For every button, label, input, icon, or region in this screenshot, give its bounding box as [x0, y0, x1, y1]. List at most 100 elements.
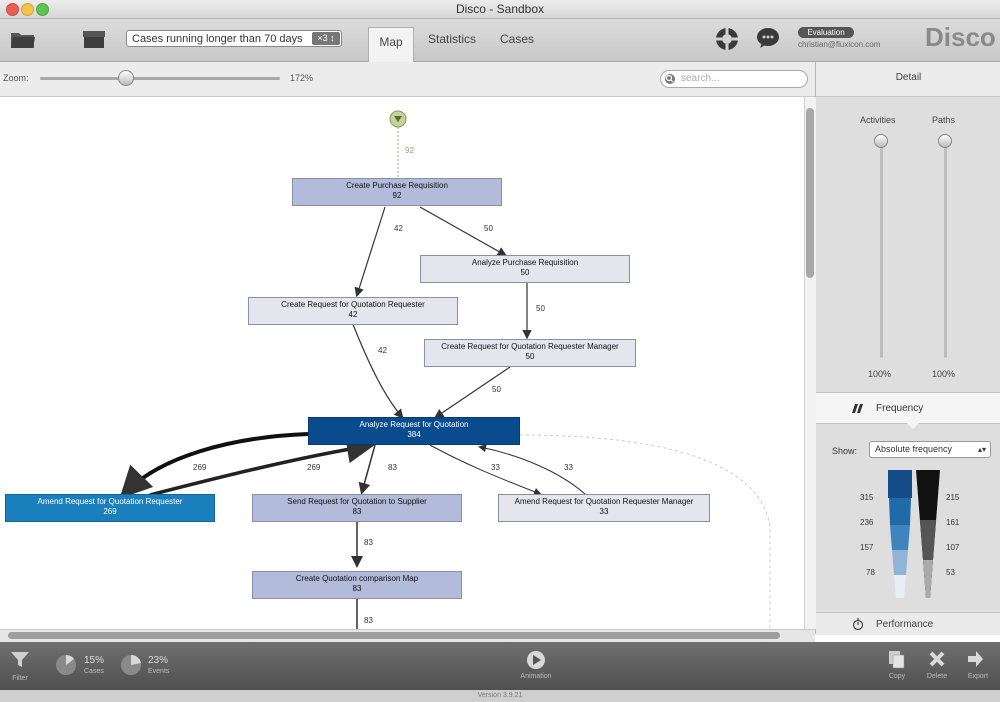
activity-node[interactable]: Create Request for Quotation Requester M… — [424, 339, 636, 367]
activity-count: 42 — [348, 310, 358, 319]
activity-node[interactable]: Create Request for Quotation Requester 42 — [248, 297, 458, 325]
export-label: Export — [967, 673, 989, 680]
events-pie-icon — [120, 654, 142, 676]
legend-left-3: 157 — [860, 543, 874, 552]
cases-percent: 15% — [84, 655, 105, 666]
filter-select[interactable]: Cases running longer than 70 days ×3 ↕ — [126, 30, 342, 47]
horizontal-scroll-thumb[interactable] — [8, 632, 780, 639]
activity-count: 92 — [392, 191, 402, 200]
animation-play-icon[interactable] — [526, 650, 546, 670]
search-icon — [664, 73, 676, 85]
edge-label: 83 — [364, 538, 373, 547]
activity-node[interactable]: Analyze Purchase Requisition 50 — [420, 255, 630, 283]
edge-label: 50 — [536, 304, 545, 313]
activity-count: 50 — [525, 352, 535, 361]
activities-slider-track[interactable] — [880, 140, 883, 358]
events-label: Events — [148, 668, 170, 675]
activity-frequency-legend — [888, 470, 912, 600]
edge-label: 42 — [378, 346, 387, 355]
window-title: Disco - Sandbox — [455, 2, 545, 16]
edge-label: 50 — [484, 224, 493, 233]
animation-label: Animation — [520, 673, 552, 680]
feedback-speech-icon[interactable] — [756, 27, 780, 49]
zoom-bar: Zoom: 172% search... — [0, 62, 815, 97]
help-lifebuoy-icon[interactable] — [714, 26, 740, 52]
copy-icon[interactable] — [888, 650, 906, 670]
activity-label: Amend Request for Quotation Requester — [37, 497, 183, 506]
zoom-value: 172% — [290, 73, 314, 83]
edge-label: 33 — [564, 463, 573, 472]
delete-x-icon[interactable] — [928, 650, 946, 668]
vertical-scroll-thumb[interactable] — [806, 108, 814, 278]
show-metric-select[interactable]: Absolute frequency ▴▾ — [869, 441, 991, 458]
edge-label: 83 — [364, 616, 373, 625]
zoom-slider-knob[interactable] — [118, 70, 134, 86]
activity-label: Analyze Request for Quotation — [359, 420, 469, 429]
disco-logo: Disco — [925, 22, 996, 52]
activity-node[interactable]: Send Request for Quotation to Supplier 83 — [252, 494, 462, 522]
edge-label: 42 — [394, 224, 403, 233]
start-edge-label: 92 — [405, 146, 414, 155]
cases-label: Cases — [84, 668, 104, 675]
activity-node[interactable]: Amend Request for Quotation Requester Ma… — [498, 494, 710, 522]
legend-right-3: 107 — [946, 543, 960, 552]
activities-value: 100% — [868, 369, 892, 379]
edge-label: 33 — [491, 463, 500, 472]
detail-panel: Detail Activities Paths 100% 100% Freque… — [815, 62, 1000, 635]
legend-right-2: 161 — [946, 518, 960, 527]
activity-count: 269 — [103, 507, 117, 516]
tab-cases[interactable]: Cases — [500, 32, 534, 46]
title-bar: Disco - Sandbox — [0, 0, 1000, 19]
events-percent: 23% — [148, 655, 169, 666]
activity-node[interactable]: Create Quotation comparison Map 83 — [252, 571, 462, 599]
edge-label: 83 — [388, 463, 397, 472]
show-label: Show: — [832, 446, 858, 456]
cases-pie-icon — [55, 654, 77, 676]
open-folder-icon[interactable] — [10, 29, 36, 49]
toolbar: Cases running longer than 70 days ×3 ↕ M… — [0, 19, 1000, 62]
activity-node[interactable]: Amend Request for Quotation Requester 269 — [5, 494, 215, 522]
activity-label: Send Request for Quotation to Supplier — [287, 497, 427, 506]
activity-count: 33 — [599, 507, 609, 516]
path-frequency-legend — [916, 470, 940, 600]
bottom-toolbar: Filter 15% Cases 23% Events Animation Co… — [0, 642, 1000, 690]
search-input[interactable]: search... — [660, 70, 808, 88]
activity-count: 83 — [352, 507, 362, 516]
zoom-slider-track[interactable] — [40, 77, 280, 80]
copy-label: Copy — [888, 673, 906, 680]
activity-label: Create Quotation comparison Map — [295, 574, 419, 583]
activity-label: Amend Request for Quotation Requester Ma… — [514, 497, 694, 506]
edge-label: 50 — [492, 385, 501, 394]
process-map-canvas[interactable]: 92 Create Purchase Requisition 92 Analyze… — [0, 97, 804, 629]
evaluation-badge: Evaluation — [798, 27, 854, 38]
project-box-icon[interactable] — [82, 29, 106, 49]
filter-value: Cases running longer than 70 days — [132, 33, 303, 45]
activity-label: Analyze Purchase Requisition — [471, 258, 579, 267]
paths-label: Paths — [932, 115, 956, 125]
activity-label: Create Request for Quotation Requester M… — [441, 342, 619, 351]
legend-left-1: 315 — [860, 493, 874, 502]
activity-node[interactable]: Analyze Request for Quotation 384 — [308, 417, 520, 445]
legend-right-1: 215 — [946, 493, 960, 502]
paths-slider-knob[interactable] — [938, 134, 952, 148]
show-metric-value: Absolute frequency — [875, 444, 953, 454]
legend-right-4: 53 — [946, 568, 955, 577]
delete-label: Delete — [926, 673, 948, 680]
account-email: christian@fluxicon.com — [798, 40, 881, 49]
tab-statistics[interactable]: Statistics — [428, 32, 476, 46]
legend-left-4: 78 — [866, 568, 875, 577]
activity-count: 83 — [352, 584, 362, 593]
export-arrow-icon[interactable] — [966, 650, 984, 670]
activity-node[interactable]: Create Purchase Requisition 92 — [292, 178, 502, 206]
activity-label: Create Request for Quotation Requester — [281, 300, 425, 309]
frequency-icon — [852, 402, 866, 414]
paths-slider-track[interactable] — [944, 140, 947, 358]
filter-count-badge: ×3 ↕ — [312, 32, 340, 45]
tab-map[interactable]: Map — [368, 27, 414, 62]
edge-label: 269 — [193, 463, 207, 472]
filter-funnel-icon[interactable] — [10, 650, 30, 668]
process-start-icon[interactable] — [389, 110, 407, 128]
version-label: Version 3.9.21 — [0, 690, 1000, 702]
edge-label: 269 — [307, 463, 321, 472]
activities-slider-knob[interactable] — [874, 134, 888, 148]
